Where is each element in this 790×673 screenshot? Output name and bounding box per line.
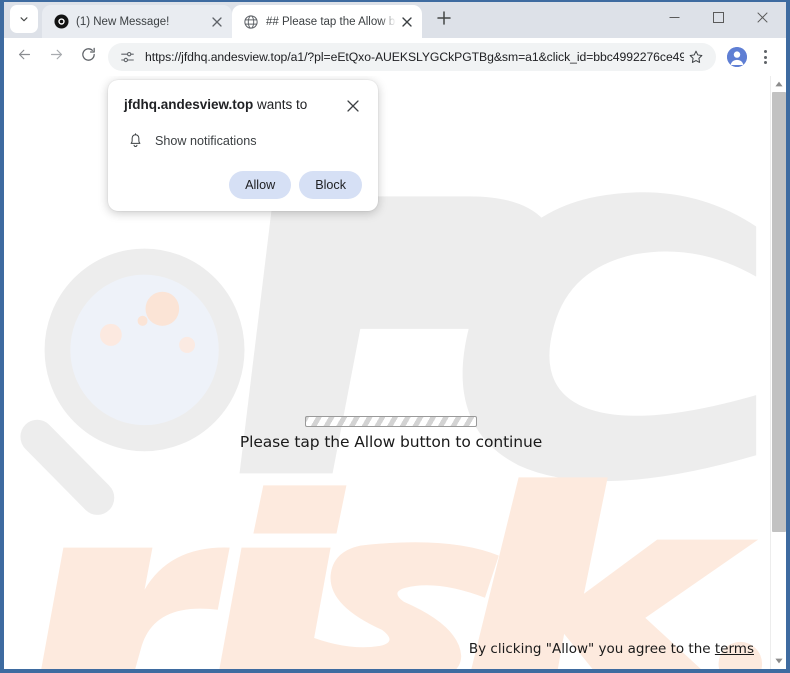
new-tab-button[interactable] — [430, 6, 458, 34]
plus-icon — [437, 10, 451, 30]
permission-origin: jfdhq.andesview.top — [124, 97, 254, 112]
close-icon[interactable] — [398, 13, 416, 31]
caret-down-icon[interactable] — [771, 653, 786, 669]
permission-label: Show notifications — [155, 134, 257, 148]
window-controls — [652, 2, 784, 36]
page-scrollbar[interactable] — [770, 76, 786, 669]
browser-tab-1[interactable]: (1) New Message! — [42, 5, 232, 38]
back-arrow-icon — [16, 46, 33, 68]
reload-button[interactable] — [72, 41, 104, 73]
menu-dot — [763, 61, 767, 64]
close-icon[interactable] — [208, 13, 226, 31]
page-center-block: Please tap the Allow button to continue — [4, 416, 770, 451]
browser-window: (1) New Message! ## Please tap the Allow… — [0, 0, 790, 673]
close-icon — [756, 10, 768, 28]
reload-icon — [80, 46, 97, 68]
close-icon[interactable] — [344, 97, 362, 115]
tab-title: (1) New Message! — [76, 15, 170, 28]
address-bar-url: https://jfdhq.andesview.top/a1/?pl=eEtQx… — [145, 50, 684, 64]
menu-dot — [763, 50, 767, 53]
terms-notice: By clicking "Allow" you agree to the ter… — [469, 641, 754, 657]
browser-toolbar: https://jfdhq.andesview.top/a1/?pl=eEtQx… — [2, 38, 788, 76]
tune-sliders-icon[interactable] — [116, 46, 138, 68]
tab-title: ## Please tap the Allow button — [266, 15, 396, 28]
page-message: Please tap the Allow button to continue — [239, 433, 543, 451]
notification-permission-dialog: jfdhq.andesview.top wants to Show notifi… — [108, 80, 378, 211]
tab-search-button[interactable] — [10, 5, 38, 33]
dark-circle-favicon — [53, 14, 69, 30]
permission-dialog-title: jfdhq.andesview.top wants to — [124, 96, 315, 113]
address-bar[interactable]: https://jfdhq.andesview.top/a1/?pl=eEtQx… — [108, 43, 716, 71]
tab-strip: (1) New Message! ## Please tap the Allow… — [2, 0, 788, 38]
star-icon[interactable] — [684, 45, 708, 69]
window-maximize-button[interactable] — [696, 2, 740, 36]
account-avatar-icon — [727, 47, 747, 67]
caret-up-icon[interactable] — [771, 76, 786, 92]
permission-dialog-actions: Allow Block — [124, 171, 362, 199]
permission-title-suffix: wants to — [253, 97, 308, 112]
minimize-icon — [669, 10, 680, 28]
globe-favicon — [243, 14, 259, 30]
forward-button[interactable] — [40, 41, 72, 73]
maximize-icon — [712, 10, 724, 28]
three-dot-menu-icon[interactable] — [752, 42, 778, 72]
block-button[interactable]: Block — [299, 171, 362, 199]
bell-icon — [126, 132, 144, 150]
scrollbar-thumb[interactable] — [772, 92, 786, 532]
terms-link[interactable]: terms — [715, 641, 754, 657]
back-button[interactable] — [8, 41, 40, 73]
loading-progress-bar — [305, 416, 477, 427]
forward-arrow-icon — [48, 46, 65, 68]
page-viewport: Please tap the Allow button to continue … — [2, 76, 788, 671]
chevron-down-icon — [17, 12, 31, 26]
terms-notice-text: By clicking "Allow" you agree to the — [468, 641, 715, 657]
permission-dialog-header: jfdhq.andesview.top wants to — [124, 96, 362, 115]
browser-tab-2[interactable]: ## Please tap the Allow button — [232, 5, 422, 38]
permission-row: Show notifications — [124, 132, 362, 150]
menu-dot — [763, 55, 767, 59]
profile-button[interactable] — [722, 42, 752, 72]
allow-button[interactable]: Allow — [229, 171, 292, 199]
window-minimize-button[interactable] — [652, 2, 696, 36]
window-close-button[interactable] — [740, 2, 784, 36]
